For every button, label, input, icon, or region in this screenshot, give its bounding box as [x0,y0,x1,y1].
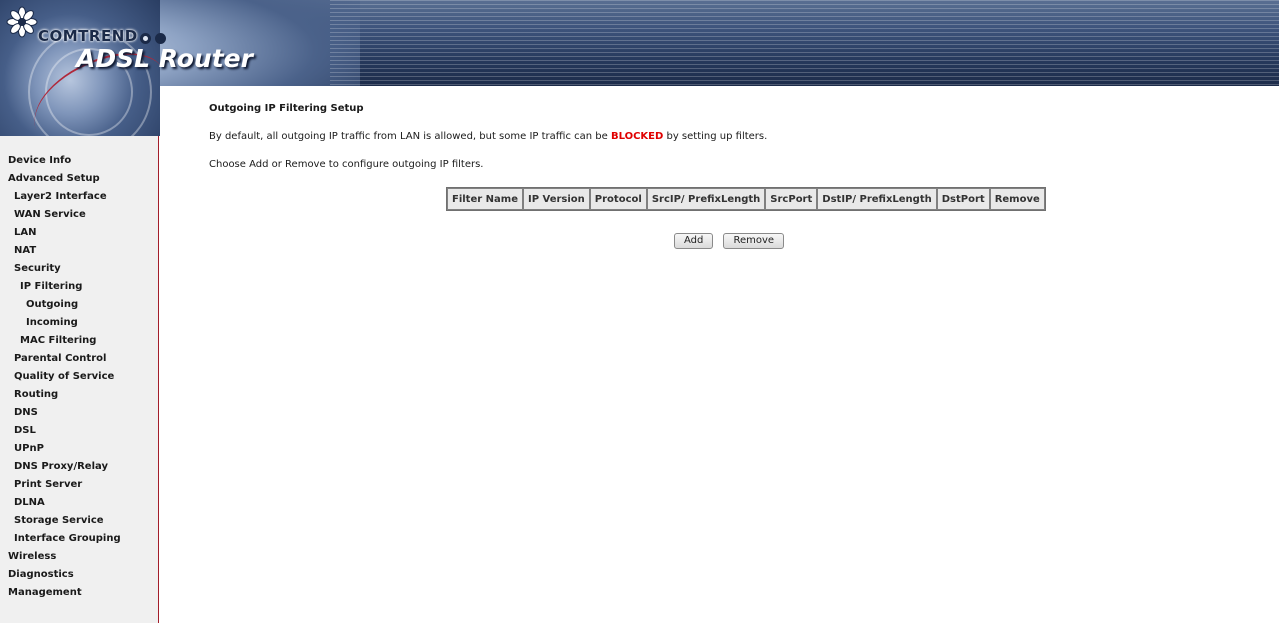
sidebar-item-mac-filtering[interactable]: MAC Filtering [0,332,158,350]
sidebar-item-quality-of-service[interactable]: Quality of Service [0,368,158,386]
header-stripes [330,0,1279,86]
sidebar-item-device-info[interactable]: Device Info [0,152,158,170]
description-tail: by setting up filters. [663,131,768,142]
main-content: Outgoing IP Filtering Setup By default, … [209,98,1269,182]
sidebar-item-lan[interactable]: LAN [0,224,158,242]
sidebar-item-outgoing[interactable]: Outgoing [0,296,158,314]
column-header-dstport: DstPort [936,188,990,210]
sidebar-item-incoming[interactable]: Incoming [0,314,158,332]
column-header-protocol: Protocol [589,188,647,210]
sidebar-item-dsl[interactable]: DSL [0,422,158,440]
column-header-dstip-prefixlength: DstIP/ PrefixLength [817,188,937,210]
flower-logo-icon [6,6,38,38]
sidebar-item-upnp[interactable]: UPnP [0,440,158,458]
sidebar-item-routing[interactable]: Routing [0,386,158,404]
sidebar-item-dns-proxy-relay[interactable]: DNS Proxy/Relay [0,458,158,476]
instructions: Choose Add or Remove to configure outgoi… [209,159,484,170]
sidebar-menu: Device Info Advanced Setup Layer2 Interfac… [0,136,158,602]
sidebar-item-layer2-interface[interactable]: Layer2 Interface [0,188,158,206]
sidebar-item-wireless[interactable]: Wireless [0,548,158,566]
filter-table: Filter Name IP Version Protocol SrcIP/ Pref… [446,187,1046,211]
sidebar-item-dns[interactable]: DNS [0,404,158,422]
table-header-row: Filter Name IP Version Protocol SrcIP/ Pref… [447,188,1045,210]
sidebar-item-parental-control[interactable]: Parental Control [0,350,158,368]
sidebar-item-security[interactable]: Security [0,260,158,278]
remove-button[interactable]: Remove [723,233,785,249]
sidebar-item-advanced-setup[interactable]: Advanced Setup [0,170,158,188]
sidebar-item-wan-service[interactable]: WAN Service [0,206,158,224]
sidebar-item-ip-filtering[interactable]: IP Filtering [0,278,158,296]
page-title: Outgoing IP Filtering Setup [209,103,364,114]
action-buttons: Add Remove [674,228,789,249]
sidebar-item-interface-grouping[interactable]: Interface Grouping [0,530,158,548]
sidebar: Device Info Advanced Setup Layer2 Interfac… [0,136,159,623]
sidebar-item-diagnostics[interactable]: Diagnostics [0,566,158,584]
sidebar-item-management[interactable]: Management [0,584,158,602]
sidebar-item-dlna[interactable]: DLNA [0,494,158,512]
sidebar-item-print-server[interactable]: Print Server [0,476,158,494]
header-banner [0,0,1279,86]
column-header-ip-version: IP Version [522,188,590,210]
product-title: ADSL Router [76,44,253,73]
add-button[interactable]: Add [674,233,714,249]
column-header-filter-name: Filter Name [447,188,523,210]
sidebar-item-nat[interactable]: NAT [0,242,158,260]
column-header-remove: Remove [989,188,1045,210]
blocked-keyword: BLOCKED [610,131,664,142]
brand-name: COMTREND [38,27,138,45]
description: By default, all outgoing IP traffic from… [209,126,1269,154]
column-header-srcport: SrcPort [765,188,818,210]
description-text: By default, all outgoing IP traffic from… [209,131,611,142]
sidebar-item-storage-service[interactable]: Storage Service [0,512,158,530]
column-header-srcip-prefixlength: SrcIP/ PrefixLength [646,188,766,210]
